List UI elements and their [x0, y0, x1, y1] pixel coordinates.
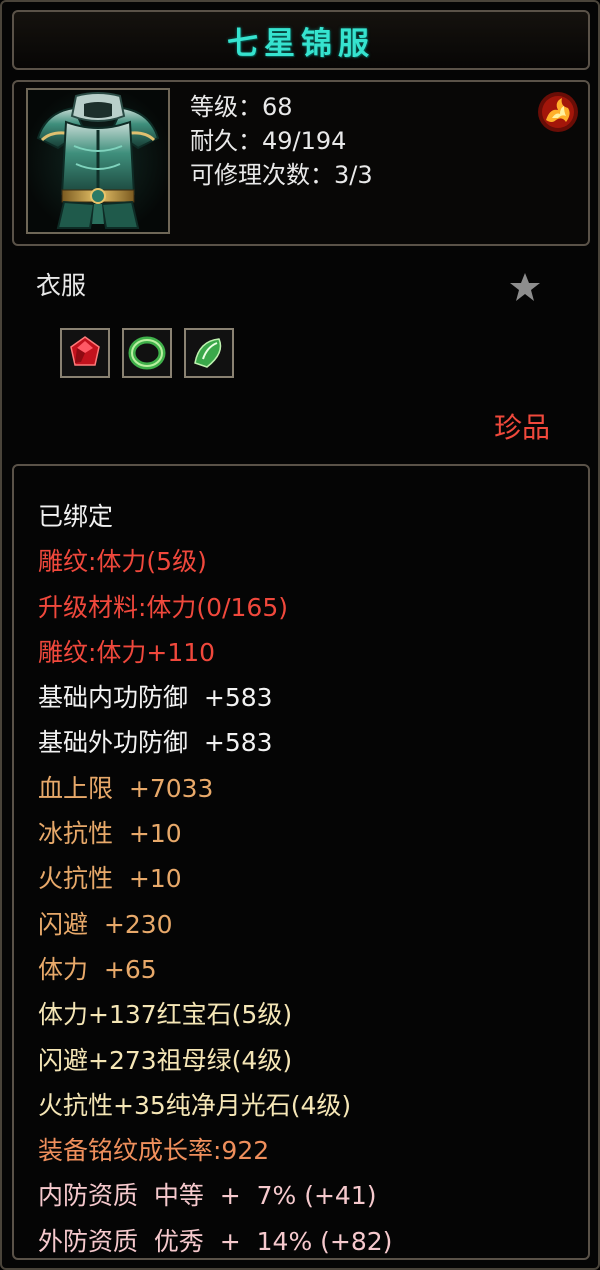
base-inner-defense: 基础内功防御 +583 — [38, 683, 273, 713]
gem-ruby-bonus: 体力+137红宝石(5级) — [38, 1000, 293, 1030]
dodge: 闪避 +230 — [38, 909, 173, 939]
item-tooltip: 七星锦服 等级：68 耐久：49/194 可修理次数：3/3 衣服 珍品 已绑定… — [0, 0, 600, 1270]
level-text: 等级：68 — [190, 93, 293, 121]
item-type: 衣服 — [36, 271, 87, 300]
armor-chest-icon[interactable] — [26, 88, 170, 234]
repair-count-text: 可修理次数：3/3 — [190, 161, 373, 189]
stamina: 体力 +65 — [38, 954, 157, 984]
fire-emblem-icon — [536, 90, 580, 134]
item-header: 等级：68 耐久：49/194 可修理次数：3/3 — [12, 80, 590, 246]
basic-stats: 等级：68 耐久：49/194 可修理次数：3/3 — [190, 90, 373, 192]
ruby-gem-icon[interactable] — [60, 328, 110, 378]
item-name: 七星锦服 — [227, 25, 375, 62]
star-icon[interactable] — [508, 270, 542, 304]
rarity-label: 珍品 — [494, 411, 551, 444]
title-bar: 七星锦服 — [12, 10, 590, 70]
engrave-level: 雕纹:体力(5级) — [38, 547, 207, 577]
moonstone-gem-icon[interactable] — [184, 328, 234, 378]
upgrade-material: 升级材料:体力(0/165) — [38, 592, 288, 622]
fire-resist: 火抗性 +10 — [38, 864, 182, 894]
engrave-bonus: 雕纹:体力+110 — [38, 637, 216, 667]
inner-defense-quality: 内防资质 中等 + 7% (+41) — [38, 1181, 377, 1211]
outer-defense-quality: 外防资质 优秀 + 14% (+82) — [38, 1226, 393, 1256]
ice-resist: 冰抗性 +10 — [38, 819, 182, 849]
base-outer-defense: 基础外功防御 +583 — [38, 728, 273, 758]
gem-slots — [60, 328, 234, 378]
attribute-panel: 已绑定 雕纹:体力(5级) 升级材料:体力(0/165) 雕纹:体力+110 基… — [12, 464, 590, 1260]
jade-bangle-icon[interactable] — [122, 328, 172, 378]
inscription-growth: 装备铭纹成长率:922 — [38, 1136, 270, 1166]
hp-max: 血上限 +7033 — [38, 773, 214, 803]
gem-moonstone-bonus: 火抗性+35纯净月光石(4级) — [38, 1090, 352, 1120]
bound-status: 已绑定 — [38, 502, 114, 531]
attribute-list: 已绑定 雕纹:体力(5级) 升级材料:体力(0/165) 雕纹:体力+110 基… — [38, 494, 392, 1264]
durability-text: 耐久：49/194 — [190, 127, 347, 155]
gem-emerald-bonus: 闪避+273祖母绿(4级) — [38, 1045, 293, 1075]
